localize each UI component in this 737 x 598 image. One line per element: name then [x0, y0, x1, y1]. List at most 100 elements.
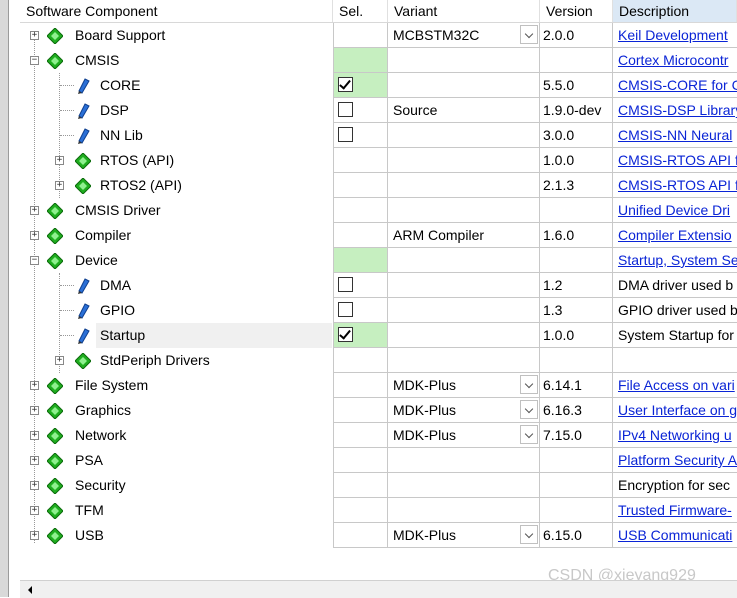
component-gem-icon [47, 503, 63, 519]
tree-row-gpio[interactable]: GPIO 1.3 GPIO driver used b [20, 298, 737, 323]
version-cell: 5.5.0 [540, 73, 613, 98]
header-software-component[interactable]: Software Component [20, 0, 333, 22]
version-cell: 2.0.0 [540, 23, 613, 48]
tree-row-label: Graphics [75, 402, 132, 418]
tree-row-rtos2-api[interactable]: + RTOS2 (API) 2.1.3 CMSIS-RTOS API fo [20, 173, 737, 198]
tree-row-dma[interactable]: DMA 1.2 DMA driver used b [20, 273, 737, 298]
expand-icon[interactable]: + [30, 206, 39, 215]
tree-row-dsp[interactable]: DSP Source 1.9.0-dev CMSIS-DSP Library [20, 98, 737, 123]
description-link[interactable]: CMSIS-DSP Library [613, 98, 737, 123]
expand-icon[interactable]: + [30, 481, 39, 490]
tree-row-label: Network [75, 427, 127, 443]
description-link[interactable]: Cortex Microcontr [613, 48, 737, 73]
expand-icon[interactable]: + [30, 506, 39, 515]
description-link[interactable]: Trusted Firmware- [613, 498, 737, 523]
select-checkbox[interactable] [338, 102, 353, 117]
description-link[interactable]: CMSIS-RTOS API fo [613, 173, 737, 198]
chevron-down-icon[interactable] [520, 375, 538, 394]
select-checkbox[interactable] [338, 277, 353, 292]
version-cell: 3.0.0 [540, 123, 613, 148]
tree-row-file-system[interactable]: + File System MDK-Plus 6.14.1 File Acces… [20, 373, 737, 398]
description-link[interactable]: Startup, System Se [613, 248, 737, 273]
component-gem-icon [47, 53, 63, 69]
tree-row-device[interactable]: − Device Startup, System Se [20, 248, 737, 273]
tree-row-cmsis-driver[interactable]: + CMSIS Driver Unified Device Dri [20, 198, 737, 223]
tree-row-board-support[interactable]: + Board Support MCBSTM32C 2.0.0 Keil Dev… [20, 23, 737, 48]
header-sel[interactable]: Sel. [333, 0, 388, 22]
tree-row-tfm[interactable]: + TFM Trusted Firmware- [20, 498, 737, 523]
sel-cell [333, 23, 388, 48]
sel-cell [333, 248, 388, 273]
horizontal-scrollbar[interactable] [20, 580, 737, 598]
tree-row-nn-lib[interactable]: NN Lib 3.0.0 CMSIS-NN Neural [20, 123, 737, 148]
description-text: DMA driver used b [613, 273, 737, 298]
chevron-down-icon[interactable] [520, 425, 538, 444]
description-link[interactable]: Unified Device Dri [613, 198, 737, 223]
select-checkbox[interactable] [338, 302, 353, 317]
tree-row-stdperiph-drivers[interactable]: + StdPeriph Drivers [20, 348, 737, 373]
tree-row-graphics[interactable]: + Graphics MDK-Plus 6.16.3 User Interfac… [20, 398, 737, 423]
description-text [613, 348, 737, 373]
description-link[interactable]: CMSIS-NN Neural [613, 123, 737, 148]
select-checkbox[interactable] [338, 127, 353, 142]
variant-cell [388, 498, 540, 523]
component-pin-icon [78, 328, 90, 344]
version-cell: 1.0.0 [540, 148, 613, 173]
tree-row-label: TFM [75, 502, 104, 518]
chevron-down-icon[interactable] [520, 400, 538, 419]
tree-row-compiler[interactable]: + Compiler ARM Compiler 1.6.0 Compiler E… [20, 223, 737, 248]
sel-cell [333, 523, 388, 548]
description-link[interactable]: File Access on vari [613, 373, 737, 398]
window-left-border [0, 0, 9, 597]
tree-row-cmsis[interactable]: − CMSIS Cortex Microcontr [20, 48, 737, 73]
description-link[interactable]: Keil Development [613, 23, 737, 48]
variant-cell [388, 323, 540, 348]
description-link[interactable]: CMSIS-CORE for C [613, 73, 737, 98]
expand-icon[interactable]: + [30, 231, 39, 240]
variant-cell: ARM Compiler [388, 223, 540, 248]
tree-row-usb[interactable]: + USB MDK-Plus 6.15.0 USB Communicati [20, 523, 737, 548]
collapse-icon[interactable]: − [30, 256, 39, 265]
component-pin-icon [78, 128, 90, 144]
header-variant[interactable]: Variant [388, 0, 540, 22]
select-checkbox[interactable] [338, 77, 353, 92]
collapse-icon[interactable]: − [30, 56, 39, 65]
description-link[interactable]: USB Communicati [613, 523, 737, 548]
variant-dropdown[interactable]: MDK-Plus [388, 523, 540, 548]
chevron-down-icon[interactable] [520, 25, 538, 44]
description-link[interactable]: IPv4 Networking u [613, 423, 737, 448]
expand-icon[interactable]: + [30, 431, 39, 440]
tree-row-network[interactable]: + Network MDK-Plus 7.15.0 IPv4 Networkin… [20, 423, 737, 448]
expand-icon[interactable]: + [30, 31, 39, 40]
expand-icon[interactable]: + [30, 456, 39, 465]
header-description[interactable]: Description [613, 0, 737, 22]
expand-icon[interactable]: + [55, 356, 64, 365]
expand-icon[interactable]: + [30, 406, 39, 415]
tree-row-rtos-api[interactable]: + RTOS (API) 1.0.0 CMSIS-RTOS API fo [20, 148, 737, 173]
tree-row-psa[interactable]: + PSA Platform Security A [20, 448, 737, 473]
tree-row-label: CMSIS [75, 52, 120, 68]
variant-dropdown[interactable]: MDK-Plus [388, 423, 540, 448]
scroll-left-icon[interactable] [22, 583, 36, 597]
expand-icon[interactable]: + [30, 381, 39, 390]
version-cell: 6.15.0 [540, 523, 613, 548]
variant-dropdown[interactable]: MDK-Plus [388, 398, 540, 423]
expand-icon[interactable]: + [30, 531, 39, 540]
description-link[interactable]: CMSIS-RTOS API fo [613, 148, 737, 173]
variant-dropdown[interactable]: MDK-Plus [388, 373, 540, 398]
tree-row-startup[interactable]: Startup 1.0.0 System Startup for [20, 323, 737, 348]
header-version[interactable]: Version [540, 0, 613, 22]
tree-row-core[interactable]: CORE 5.5.0 CMSIS-CORE for C [20, 73, 737, 98]
expand-icon[interactable]: + [55, 156, 64, 165]
select-checkbox[interactable] [338, 327, 353, 342]
version-cell: 1.3 [540, 298, 613, 323]
variant-dropdown[interactable]: MCBSTM32C [388, 23, 540, 48]
variant-cell [388, 348, 540, 373]
description-link[interactable]: Compiler Extensio [613, 223, 737, 248]
expand-icon[interactable]: + [55, 181, 64, 190]
tree-row-security[interactable]: + Security Encryption for sec [20, 473, 737, 498]
description-link[interactable]: Platform Security A [613, 448, 737, 473]
sel-cell [333, 198, 388, 223]
description-link[interactable]: User Interface on g [613, 398, 737, 423]
chevron-down-icon[interactable] [520, 525, 538, 544]
